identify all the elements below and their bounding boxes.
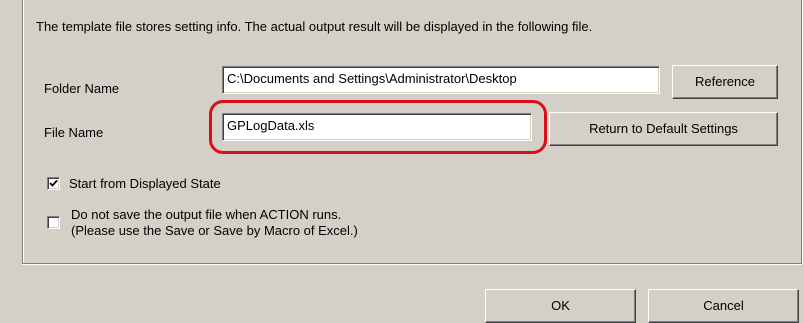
reference-button[interactable]: Reference xyxy=(672,65,778,99)
start-displayed-checkbox[interactable] xyxy=(47,177,60,190)
folder-name-input[interactable]: C:\Documents and Settings\Administrator\… xyxy=(222,66,660,94)
file-name-input[interactable]: GPLogData.xls xyxy=(222,113,532,141)
start-displayed-label: Start from Displayed State xyxy=(69,176,221,191)
ok-button[interactable]: OK xyxy=(485,289,636,323)
file-name-label: File Name xyxy=(44,125,104,140)
checkmark-icon xyxy=(49,179,58,187)
return-to-default-button[interactable]: Return to Default Settings xyxy=(549,112,778,146)
no-save-checkbox[interactable] xyxy=(47,216,60,229)
folder-name-label: Folder Name xyxy=(44,81,120,96)
info-text: The template file stores setting info. T… xyxy=(36,19,593,34)
cancel-button[interactable]: Cancel xyxy=(648,289,799,323)
no-save-label-line2: (Please use the Save or Save by Macro of… xyxy=(71,223,358,238)
no-save-label-line1: Do not save the output file when ACTION … xyxy=(71,207,342,222)
